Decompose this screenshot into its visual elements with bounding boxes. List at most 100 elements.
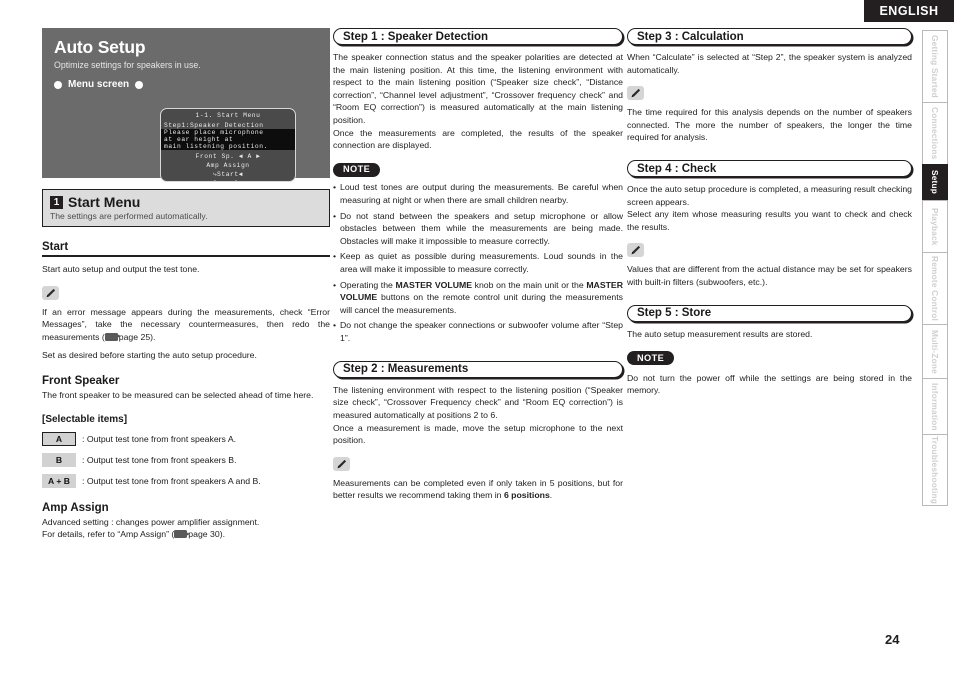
menu-screen-caption: Menu screen xyxy=(54,79,318,90)
start-note-pageref: page 25). xyxy=(118,331,156,342)
mv-bold-1: MASTER VOLUME xyxy=(395,279,472,290)
amp-assign-pre: For details, refer to “Amp Assign” ( xyxy=(42,529,175,540)
start-note-part1: If an error message appears during the m… xyxy=(42,306,330,342)
sidebar-tab-playback[interactable]: Playback xyxy=(922,200,948,252)
start-body-text: Start auto setup and output the test ton… xyxy=(42,264,200,274)
step1-paragraph-2: Once the measurements are completed, the… xyxy=(333,127,623,151)
chip-front-speaker-a-plus-b[interactable]: A + B xyxy=(42,473,76,488)
note-item: Do not change the speaker connections or… xyxy=(333,319,623,344)
amp-assign-post: page 30). xyxy=(188,529,226,540)
amp-assign-line-2: For details, refer to “Amp Assign” ( page… xyxy=(42,528,330,541)
manual-page: ENGLISH Getting Started Connections Setu… xyxy=(0,0,954,675)
menu-screen-label: Menu screen xyxy=(68,79,130,90)
section-number-badge: 1 xyxy=(50,195,63,209)
chip-front-speaker-a[interactable]: A xyxy=(42,431,76,446)
start-note-text: If an error message appears during the m… xyxy=(42,306,330,344)
step4-paragraph-1: Once the auto setup procedure is complet… xyxy=(627,184,912,207)
mv-post: buttons on the remote control unit durin… xyxy=(340,292,623,315)
step5-title: Step 5 : Store xyxy=(637,307,712,320)
osd-item-cancel: Cancel◄ xyxy=(161,180,295,181)
heading-front-speaker: Front Speaker xyxy=(42,375,120,388)
step4-title: Step 4 : Check xyxy=(637,162,717,175)
section-title: Start Menu xyxy=(68,194,141,210)
bullet-dot-icon xyxy=(135,80,144,89)
page-number: 24 xyxy=(885,632,900,647)
step5-note-text: Do not turn the power off while the sett… xyxy=(627,372,912,396)
sidebar-tab-label: Connections xyxy=(930,107,940,160)
note-badge: NOTE xyxy=(627,351,675,366)
osd-highlight-line-3: main listening position. xyxy=(161,143,295,150)
page-subtitle: Optimize settings for speakers in use. xyxy=(54,60,201,70)
sidebar-tab-label: Getting Started xyxy=(930,35,940,98)
step2-note-pre: Measurements can be completed even if on… xyxy=(333,477,623,501)
sidebar-tab-label: Information xyxy=(930,382,940,431)
selectable-item-row: A : Output test tone from front speakers… xyxy=(42,431,330,446)
sidebar-tab-label: Playback xyxy=(930,207,940,246)
pencil-icon xyxy=(333,456,350,471)
pencil-icon xyxy=(42,285,59,300)
chip-front-speaker-b[interactable]: B xyxy=(42,452,76,467)
page-reference-hand-icon xyxy=(174,530,191,539)
sidebar-tab-connections[interactable]: Connections xyxy=(922,102,948,164)
step2-note-text: Measurements can be completed even if on… xyxy=(333,477,623,502)
sidebar-tab-information[interactable]: Information xyxy=(922,378,948,434)
step2-paragraph-1: The listening environment with respect t… xyxy=(333,384,623,420)
sidebar-tab-getting-started[interactable]: Getting Started xyxy=(922,30,948,102)
step2-note-post: . xyxy=(549,490,553,501)
note-item: Loud test tones are output during the me… xyxy=(333,181,623,206)
chip-description: : Output test tone from front speakers A… xyxy=(82,433,237,444)
note-item: Keep as quiet as possible during measure… xyxy=(333,250,623,275)
column-left: Auto Setup Optimize settings for speaker… xyxy=(42,28,330,541)
bullet-dot-icon xyxy=(54,80,62,89)
step3-paragraph-1: When “Calculate” is selected at “Step 2”… xyxy=(627,52,912,75)
pencil-icon xyxy=(627,86,644,101)
note-item-master-volume: Operating the MASTER VOLUME knob on the … xyxy=(333,279,623,317)
heading-start: Start xyxy=(42,241,330,257)
sidebar-tab-setup[interactable]: Setup xyxy=(922,164,948,200)
step1-paragraph-1: The speaker connection status and the sp… xyxy=(333,52,623,126)
heading-amp-assign: Amp Assign xyxy=(42,501,109,514)
sidebar-tab-label: Setup xyxy=(930,170,940,195)
step1-header: Step 1 : Speaker Detection xyxy=(333,28,623,45)
osd-item-front-sp: Front Sp. ◄ A ► xyxy=(195,153,261,160)
note-item: Do not stand between the speakers and se… xyxy=(333,210,623,248)
page-title: Auto Setup xyxy=(54,37,146,57)
step3-header: Step 3 : Calculation xyxy=(627,28,912,45)
amp-assign-line-1: Advanced setting : changes power amplifi… xyxy=(42,516,260,527)
chapter-tab-strip[interactable]: Getting Started Connections Setup Playba… xyxy=(922,30,948,506)
step4-header: Step 4 : Check xyxy=(627,160,912,178)
osd-step-line: Step1:Speaker Detection xyxy=(164,122,264,129)
language-bar: ENGLISH xyxy=(864,0,954,22)
step2-note-bold: 6 positions xyxy=(503,490,550,501)
column-middle: Step 1 : Speaker Detection The speaker c… xyxy=(333,28,623,502)
column-right: Step 3 : Calculation When “Calculate” is… xyxy=(627,28,912,397)
step5-paragraph-1: The auto setup measurement results are s… xyxy=(627,328,813,339)
osd-item-amp-assign: Amp Assign xyxy=(206,161,250,169)
mv-pre: Operating the xyxy=(340,279,396,290)
chip-description: : Output test tone from front speakers A… xyxy=(82,475,261,486)
step2-title: Step 2 : Measurements xyxy=(343,363,469,376)
osd-screen-mock: 1-1. Start Menu Step1:Speaker Detection … xyxy=(160,108,296,182)
front-speaker-text: The front speaker to be measured can be … xyxy=(42,390,314,401)
sidebar-tab-troubleshooting[interactable]: Troubleshooting xyxy=(922,434,948,506)
sidebar-tab-label: Troubleshooting xyxy=(930,436,940,504)
mv-mid: knob on the main unit or the xyxy=(472,279,587,290)
sidebar-tab-remote-control[interactable]: Remote Control xyxy=(922,252,948,324)
step2-paragraph-2: Once a measurement is made, move the set… xyxy=(333,422,623,446)
hero-panel: Auto Setup Optimize settings for speaker… xyxy=(42,28,330,182)
step3-note-text: The time required for this analysis depe… xyxy=(627,107,912,143)
chip-description: : Output test tone from front speakers B… xyxy=(82,454,237,465)
sidebar-tab-multi-zone[interactable]: Multi-Zone xyxy=(922,324,948,378)
section-description: The settings are performed automatically… xyxy=(50,211,208,221)
osd-menu-items: Front Sp. ◄ A ► Amp Assign ⤷Start◄ Cance… xyxy=(161,153,295,181)
start-followup-text: Set as desired before starting the auto … xyxy=(42,350,257,361)
step1-note-list: Loud test tones are output during the me… xyxy=(333,181,623,344)
step4-note-text: Values that are different from the actua… xyxy=(627,264,912,288)
step2-header: Step 2 : Measurements xyxy=(333,360,623,378)
sidebar-tab-label: Multi-Zone xyxy=(930,329,940,374)
selectable-item-row: A + B : Output test tone from front spea… xyxy=(42,473,330,488)
start-menu-section-box: 1 Start Menu The settings are performed … xyxy=(42,189,330,227)
pencil-icon xyxy=(627,243,644,258)
selectable-items-label: [Selectable items] xyxy=(42,413,128,425)
start-menu-title-row: 1 Start Menu xyxy=(50,194,322,210)
